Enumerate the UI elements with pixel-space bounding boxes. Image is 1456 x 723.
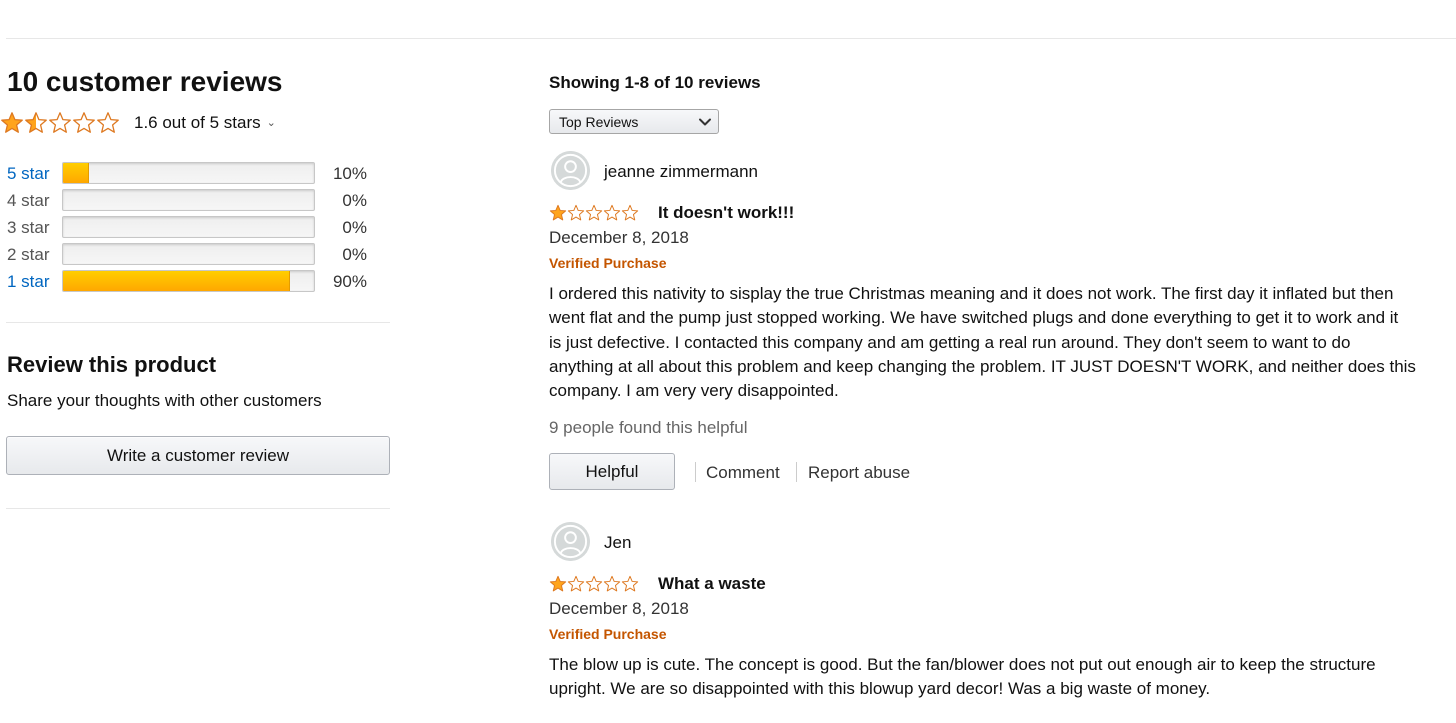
helpful-button[interactable]: Helpful: [549, 453, 675, 490]
action-separator: [695, 462, 696, 482]
empty-star-icon: [567, 204, 585, 221]
star-icon: [549, 575, 567, 592]
histogram-percent: 0%: [342, 191, 367, 210]
histogram-label: 3 star: [7, 218, 50, 237]
review-date: December 8, 2018: [549, 599, 689, 618]
histogram-percent: 90%: [332, 272, 367, 291]
showing-reviews-count: Showing 1-8 of 10 reviews: [549, 73, 761, 92]
histogram-row-2-star: 2 star 0%: [7, 242, 367, 269]
review-body-line: company. I am very very disappointed.: [549, 381, 839, 401]
histogram-bar: [62, 216, 315, 238]
sort-reviews-select[interactable]: Top Reviews: [549, 109, 719, 134]
review-body-line: upright. We are so disappointed with thi…: [549, 679, 1211, 699]
histogram-percent: 10%: [332, 164, 367, 183]
verified-purchase-badge[interactable]: Verified Purchase: [549, 626, 667, 642]
empty-star-icon: [603, 204, 621, 221]
default-avatar-icon: [551, 522, 590, 561]
histogram-row-1-star[interactable]: 1 star 90%: [7, 269, 367, 296]
review-body-line: went flat and the pump just stopped work…: [549, 308, 1399, 328]
review-body-line: anything at all about this problem and k…: [549, 356, 1416, 376]
review-rating-stars[interactable]: [549, 204, 639, 222]
star-icon: [549, 204, 567, 221]
review-date: December 8, 2018: [549, 228, 689, 247]
write-review-button[interactable]: Write a customer review: [6, 436, 390, 475]
action-separator: [796, 462, 797, 482]
review-item: Jen What a waste December 8, 2018 Verifi…: [549, 521, 1439, 723]
overall-rating-stars: [0, 111, 120, 135]
empty-star-icon: [585, 204, 603, 221]
comment-link[interactable]: Comment: [706, 463, 780, 483]
half-star-icon: [25, 112, 47, 133]
star-icon: [1, 112, 23, 133]
review-product-subtitle: Share your thoughts with other customers: [7, 391, 322, 410]
histogram-percent: 0%: [342, 245, 367, 264]
review-body-line: is just defective. I contacted this comp…: [549, 332, 1351, 352]
empty-star-icon: [97, 112, 119, 133]
histogram-bar-fill: [63, 163, 90, 183]
rating-histogram: 5 star 10% 4 star 0% 3 star 0% 2 star 0%…: [7, 161, 367, 296]
divider: [6, 508, 390, 509]
histogram-row-4-star: 4 star 0%: [7, 188, 367, 215]
histogram-label: 4 star: [7, 191, 50, 210]
histogram-label[interactable]: 1 star: [7, 272, 50, 292]
histogram-row-3-star: 3 star 0%: [7, 215, 367, 242]
overall-rating-text: 1.6 out of 5 stars: [134, 113, 261, 132]
review-item: jeanne zimmermann It doesn't work!!! Dec…: [549, 150, 1439, 495]
empty-star-icon: [621, 575, 639, 592]
default-avatar-icon: [551, 151, 590, 190]
helpful-count: 9 people found this helpful: [549, 418, 748, 437]
histogram-bar[interactable]: [62, 162, 315, 184]
empty-star-icon: [585, 575, 603, 592]
review-title[interactable]: It doesn't work!!!: [658, 203, 794, 223]
review-body: I ordered this nativity to sisplay the t…: [549, 282, 1429, 403]
review-body-line: The blow up is cute. The concept is good…: [549, 655, 1376, 674]
histogram-percent: 0%: [342, 218, 367, 237]
review-title[interactable]: What a waste: [658, 574, 766, 594]
sort-selected-value: Top Reviews: [559, 114, 639, 130]
empty-star-icon: [73, 112, 95, 133]
chevron-down-icon: ⌄: [266, 116, 276, 129]
empty-star-icon: [567, 575, 585, 592]
empty-star-icon: [603, 575, 621, 592]
histogram-bar[interactable]: [62, 270, 315, 292]
histogram-bar: [62, 243, 315, 265]
review-body-line: I ordered this nativity to sisplay the t…: [549, 284, 1394, 303]
report-abuse-link[interactable]: Report abuse: [808, 463, 910, 483]
verified-purchase-badge[interactable]: Verified Purchase: [549, 255, 667, 271]
histogram-bar: [62, 189, 315, 211]
histogram-row-5-star[interactable]: 5 star 10%: [7, 161, 367, 188]
customer-reviews-title: 10 customer reviews: [7, 66, 283, 97]
review-author[interactable]: jeanne zimmermann: [604, 162, 758, 182]
histogram-bar-fill: [63, 271, 290, 291]
review-rating-stars[interactable]: [549, 575, 639, 593]
review-author[interactable]: Jen: [604, 533, 631, 553]
review-body: The blow up is cute. The concept is good…: [549, 653, 1429, 702]
review-product-title: Review this product: [7, 352, 217, 377]
empty-star-icon: [49, 112, 71, 133]
divider: [6, 322, 390, 323]
overall-rating[interactable]: 1.6 out of 5 stars ⌄: [0, 110, 276, 136]
ratings-summary-panel: 10 customer reviews 1.6 out of 5 stars ⌄…: [0, 0, 400, 723]
chevron-down-icon: [699, 118, 711, 126]
empty-star-icon: [621, 204, 639, 221]
histogram-label: 2 star: [7, 245, 50, 264]
histogram-label[interactable]: 5 star: [7, 164, 50, 184]
